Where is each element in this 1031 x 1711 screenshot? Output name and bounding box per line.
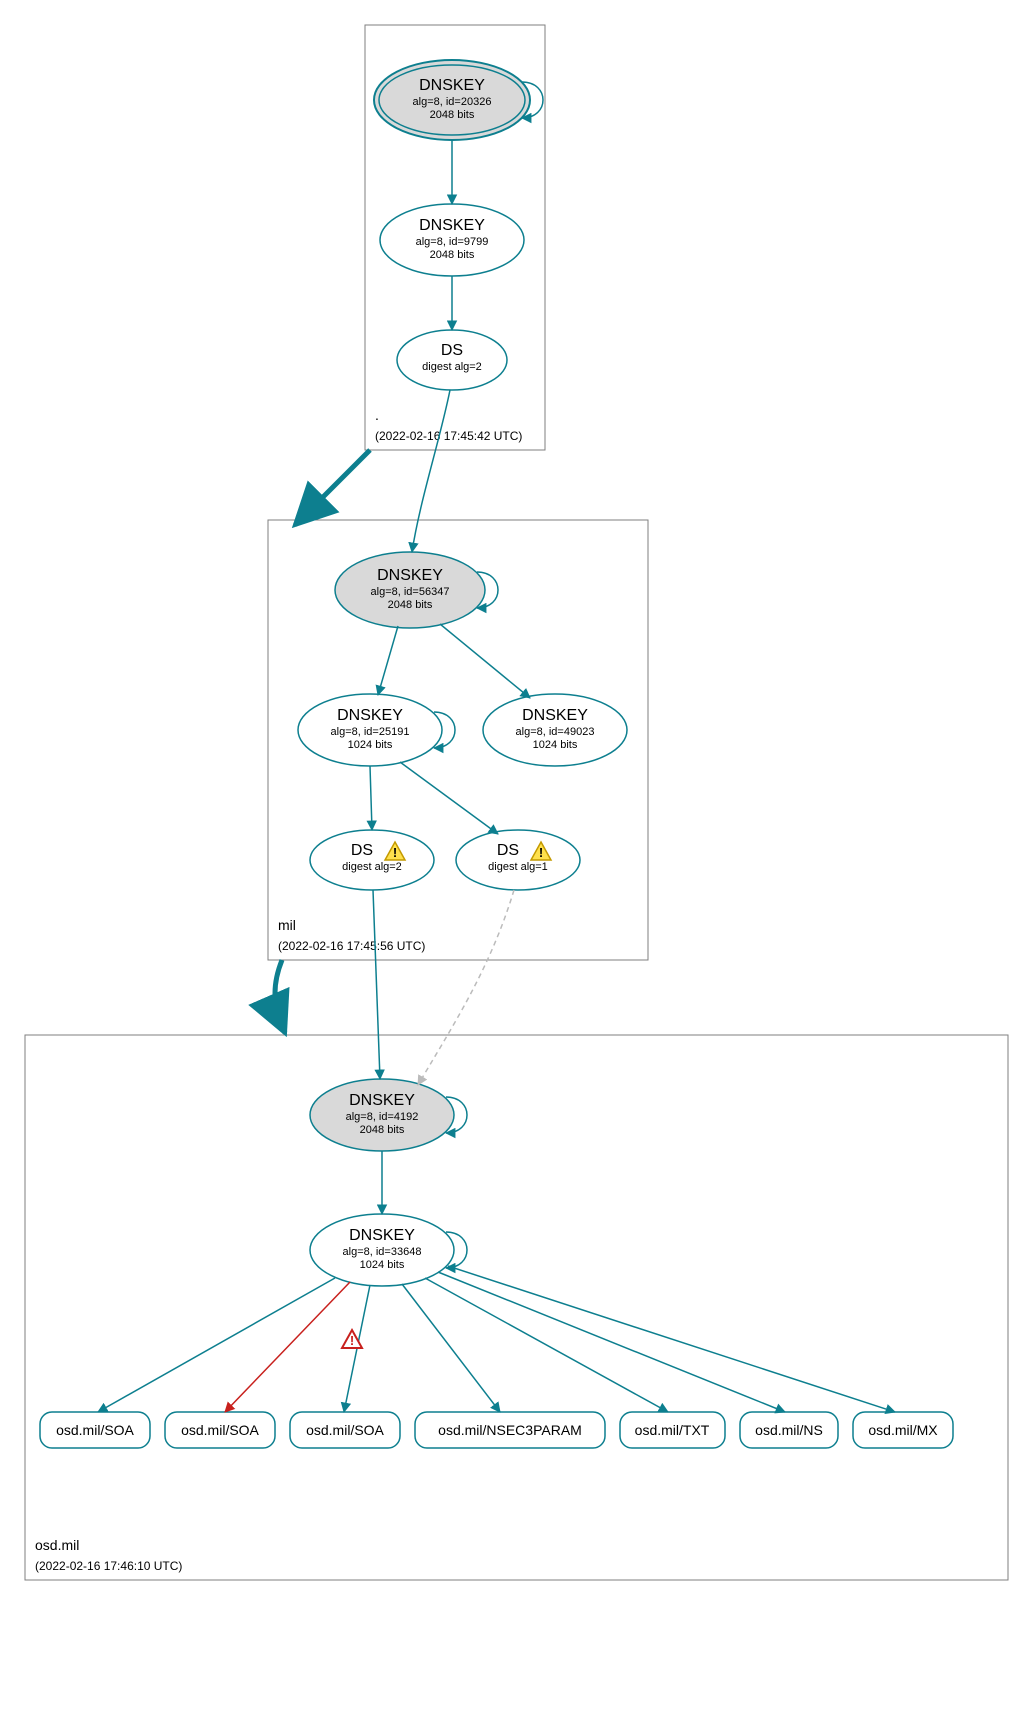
node-sub1: alg=8, id=4192 <box>346 1111 419 1123</box>
edge <box>400 762 498 834</box>
node-ds-mil-1[interactable]: DS digest alg=1 ! <box>456 830 580 890</box>
node-sub1: digest alg=2 <box>422 361 482 373</box>
node-dnskey-root-20326[interactable]: DNSKEY alg=8, id=20326 2048 bits <box>374 60 530 140</box>
node-dnskey-osd-33648[interactable]: DNSKEY alg=8, id=33648 1024 bits <box>310 1214 454 1286</box>
edge <box>98 1278 335 1412</box>
record-label: osd.mil/NSEC3PARAM <box>438 1422 582 1438</box>
node-sub1: alg=8, id=20326 <box>413 96 492 108</box>
node-sub1: alg=8, id=56347 <box>371 586 450 598</box>
node-dnskey-mil-25191[interactable]: DNSKEY alg=8, id=25191 1024 bits <box>298 694 442 766</box>
node-sub2: 1024 bits <box>360 1259 405 1271</box>
node-dnskey-mil-49023[interactable]: DNSKEY alg=8, id=49023 1024 bits <box>483 694 627 766</box>
svg-text:!: ! <box>539 845 543 860</box>
node-sub1: alg=8, id=49023 <box>516 726 595 738</box>
edge <box>440 624 530 698</box>
edge-delegation-mil-osd <box>275 960 285 1033</box>
edge <box>448 1266 895 1412</box>
edge <box>370 766 372 830</box>
record-box[interactable]: osd.mil/NS <box>740 1412 838 1448</box>
node-title: DNSKEY <box>349 1092 415 1109</box>
dnssec-graph: . (2022-02-16 17:45:42 UTC) mil (2022-02… <box>20 20 1011 1691</box>
node-dnskey-root-9799[interactable]: DNSKEY alg=8, id=9799 2048 bits <box>380 204 524 276</box>
zone-mil-timestamp: (2022-02-16 17:45:56 UTC) <box>278 939 425 953</box>
edge-error <box>225 1282 350 1412</box>
node-sub1: alg=8, id=25191 <box>331 726 410 738</box>
node-sub1: digest alg=2 <box>342 861 402 873</box>
zone-root-timestamp: (2022-02-16 17:45:42 UTC) <box>375 429 522 443</box>
edge-dashed <box>418 890 514 1085</box>
node-dnskey-osd-4192[interactable]: DNSKEY alg=8, id=4192 2048 bits <box>310 1079 454 1151</box>
edge <box>378 626 398 695</box>
edge <box>402 1284 500 1412</box>
record-box[interactable]: osd.mil/MX <box>853 1412 953 1448</box>
node-sub2: 1024 bits <box>348 739 393 751</box>
node-title: DS <box>497 842 519 859</box>
node-sub2: 1024 bits <box>533 739 578 751</box>
svg-text:!: ! <box>393 845 397 860</box>
zone-root-label: . <box>375 407 379 423</box>
node-sub2: 2048 bits <box>430 109 475 121</box>
node-ds-mil-2[interactable]: DS digest alg=2 ! <box>310 830 434 890</box>
record-box[interactable]: osd.mil/TXT <box>620 1412 725 1448</box>
edge-delegation-root-mil <box>295 450 370 525</box>
record-label: osd.mil/SOA <box>56 1422 134 1438</box>
edge-ds-root-dnskey-mil <box>412 390 450 552</box>
node-sub1: digest alg=1 <box>488 861 548 873</box>
zone-osd-timestamp: (2022-02-16 17:46:10 UTC) <box>35 1559 182 1573</box>
record-label: osd.mil/NS <box>755 1422 823 1438</box>
zone-osd <box>25 1035 1008 1580</box>
zone-mil-label: mil <box>278 917 296 933</box>
record-label: osd.mil/MX <box>868 1422 938 1438</box>
node-sub1: alg=8, id=33648 <box>343 1246 422 1258</box>
node-title: DNSKEY <box>337 707 403 724</box>
record-box[interactable]: osd.mil/SOA <box>290 1412 400 1448</box>
edge <box>438 1272 785 1412</box>
node-sub2: 2048 bits <box>430 249 475 261</box>
node-title: DNSKEY <box>377 567 443 584</box>
record-label: osd.mil/SOA <box>181 1422 259 1438</box>
zone-osd-label: osd.mil <box>35 1537 79 1553</box>
node-dnskey-mil-56347[interactable]: DNSKEY alg=8, id=56347 2048 bits <box>335 552 485 628</box>
edge <box>373 890 380 1079</box>
node-title: DNSKEY <box>419 217 485 234</box>
record-box[interactable]: osd.mil/NSEC3PARAM <box>415 1412 605 1448</box>
node-title: DS <box>351 842 373 859</box>
node-title: DS <box>441 342 463 359</box>
svg-text:!: ! <box>350 1333 354 1348</box>
record-box[interactable]: osd.mil/SOA <box>40 1412 150 1448</box>
node-sub2: 2048 bits <box>360 1124 405 1136</box>
record-label: osd.mil/SOA <box>306 1422 384 1438</box>
node-sub2: 2048 bits <box>388 599 433 611</box>
node-ds-root[interactable]: DS digest alg=2 <box>397 330 507 390</box>
node-title: DNSKEY <box>349 1227 415 1244</box>
node-title: DNSKEY <box>522 707 588 724</box>
record-label: osd.mil/TXT <box>635 1422 710 1438</box>
node-sub1: alg=8, id=9799 <box>416 236 489 248</box>
record-box[interactable]: osd.mil/SOA <box>165 1412 275 1448</box>
node-title: DNSKEY <box>419 77 485 94</box>
